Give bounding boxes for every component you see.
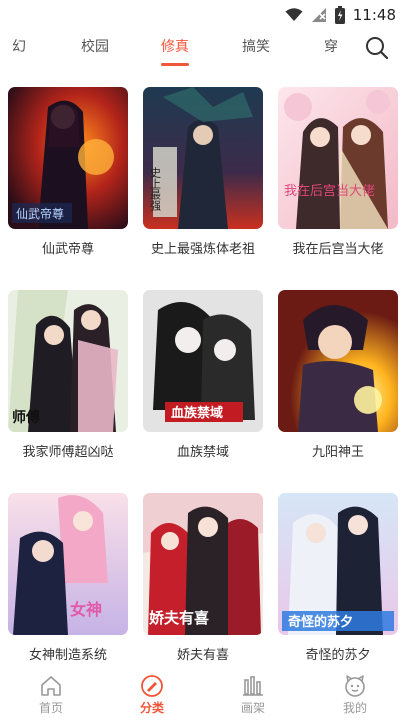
tab-fantasy[interactable]: 幻 bbox=[12, 36, 26, 60]
cover-title-text: 史上最强 bbox=[149, 167, 162, 212]
comic-card[interactable]: 娇夫有喜 娇夫有喜 bbox=[143, 493, 263, 663]
nav-home[interactable]: 首页 bbox=[21, 674, 81, 716]
nav-profile-label: 我的 bbox=[342, 701, 367, 715]
tab-campus[interactable]: 校园 bbox=[81, 36, 109, 60]
category-icon bbox=[141, 675, 163, 697]
signal-icon bbox=[311, 8, 326, 22]
nav-profile[interactable]: 我的 bbox=[325, 674, 385, 716]
wifi-icon bbox=[285, 8, 303, 21]
comic-cover[interactable]: 娇夫有喜 bbox=[143, 493, 263, 635]
comic-card[interactable]: 史上最强 史上最强炼体老祖 bbox=[143, 87, 263, 257]
status-bar: 11:48 bbox=[0, 0, 406, 30]
cover-title-text: 仙武帝尊 bbox=[16, 206, 64, 221]
comic-title[interactable]: 九阳神王 bbox=[278, 441, 398, 460]
profile-icon bbox=[345, 675, 365, 697]
tab-comedy[interactable]: 搞笑 bbox=[242, 36, 270, 60]
tab-cultivation[interactable]: 修真 bbox=[161, 36, 189, 60]
nav-bookshelf[interactable]: 画架 bbox=[223, 674, 283, 716]
status-icons: 11:48 bbox=[285, 4, 396, 26]
comic-cover[interactable]: 女神 bbox=[8, 493, 128, 635]
nav-category[interactable]: 分类 bbox=[122, 674, 182, 716]
comic-title[interactable]: 仙武帝尊 bbox=[8, 238, 128, 257]
nav-home-label: 首页 bbox=[38, 701, 63, 715]
cover-title-text: 奇怪的苏夕 bbox=[288, 614, 353, 630]
nav-category-label: 分类 bbox=[139, 701, 164, 715]
category-tab-bar: 幻 校园 修真 搞笑 穿 bbox=[0, 30, 406, 68]
comic-title[interactable]: 娇夫有喜 bbox=[143, 644, 263, 663]
comic-card[interactable]: 仙武帝尊 仙武帝尊 bbox=[8, 87, 128, 257]
comic-cover[interactable]: 奇怪的苏夕 bbox=[278, 493, 398, 635]
comic-title[interactable]: 我在后宫当大佬 bbox=[278, 238, 398, 257]
comic-cover[interactable]: 师傅 bbox=[8, 290, 128, 432]
comic-cover[interactable]: 仙武帝尊 bbox=[8, 87, 128, 229]
comic-title[interactable]: 我家师傅超凶哒 bbox=[8, 441, 128, 460]
comic-title[interactable]: 女神制造系统 bbox=[8, 644, 128, 663]
cover-title-text: 娇夫有喜 bbox=[149, 609, 209, 627]
active-tab-indicator bbox=[161, 63, 189, 66]
cover-title-text: 血族禁域 bbox=[171, 405, 223, 421]
comic-title[interactable]: 血族禁域 bbox=[143, 441, 263, 460]
comic-card[interactable]: 奇怪的苏夕 奇怪的苏夕 bbox=[278, 493, 398, 663]
search-button[interactable] bbox=[364, 35, 390, 61]
battery-icon bbox=[334, 6, 345, 24]
bookshelf-icon bbox=[243, 676, 263, 696]
comic-cover[interactable] bbox=[278, 290, 398, 432]
comic-card[interactable]: 九阳神王 bbox=[278, 290, 398, 460]
nav-bookshelf-label: 画架 bbox=[240, 701, 265, 715]
comic-card[interactable]: 女神 女神制造系统 bbox=[8, 493, 128, 663]
home-icon bbox=[41, 676, 61, 696]
comic-card[interactable]: 师傅 我家师傅超凶哒 bbox=[8, 290, 128, 460]
search-icon bbox=[366, 37, 389, 60]
comic-title[interactable]: 史上最强炼体老祖 bbox=[143, 238, 263, 257]
comic-card[interactable]: 血族禁域 血族禁域 bbox=[143, 290, 263, 460]
comic-cover[interactable]: 血族禁域 bbox=[143, 290, 263, 432]
comic-cover[interactable]: 史上最强 bbox=[143, 87, 263, 229]
status-time: 11:48 bbox=[352, 6, 396, 24]
tab-time-travel[interactable]: 穿 bbox=[324, 36, 338, 60]
cover-title-text: 师傅 bbox=[12, 409, 40, 426]
comic-cover[interactable]: 我在后宫当大佬 bbox=[278, 87, 398, 229]
bottom-navigation: 首页 分类 画架 我的 bbox=[0, 668, 406, 721]
cover-title-text: 我在后宫当大佬 bbox=[284, 184, 375, 199]
comic-card[interactable]: 我在后宫当大佬 我在后宫当大佬 bbox=[278, 87, 398, 257]
cover-title-text: 女神 bbox=[70, 600, 102, 619]
comic-title[interactable]: 奇怪的苏夕 bbox=[278, 644, 398, 663]
